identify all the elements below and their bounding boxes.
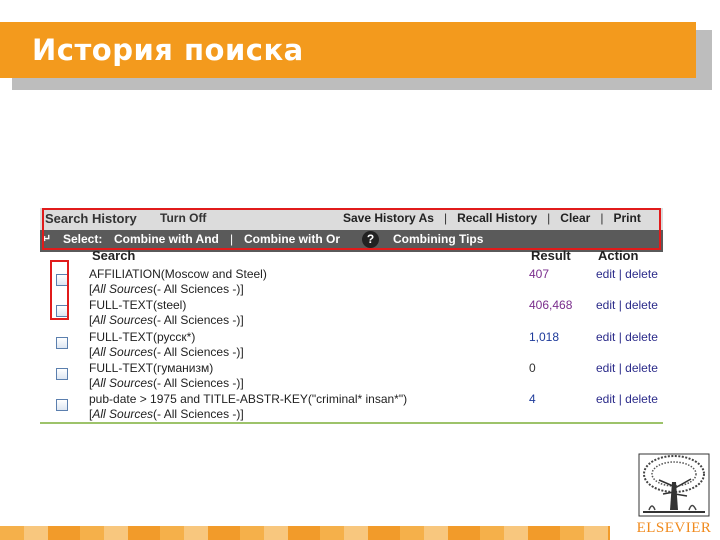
query-text: FULL-TEXT(русск*) [89,330,196,344]
footer-stripe [0,526,610,540]
row-actions: edit | delete [596,361,658,375]
edit-link[interactable]: edit [596,330,615,344]
column-header-result: Result [531,248,571,263]
result-count[interactable]: 4 [529,392,536,406]
edit-link[interactable]: edit [596,267,615,281]
delete-link[interactable]: delete [625,361,658,375]
row-actions: edit | delete [596,330,658,344]
column-header-action: Action [598,248,639,263]
edit-link[interactable]: edit [596,392,615,406]
query-sources: [All Sources(- All Sciences -)] [89,313,244,327]
search-history-panel: Search History Turn Off Save History As … [40,205,663,425]
query-text: FULL-TEXT(гуманизм) [89,361,214,375]
row-checkbox[interactable] [56,399,68,411]
query-text: pub-date > 1975 and TITLE-ABSTR-KEY("cri… [89,392,408,406]
delete-link[interactable]: delete [625,392,658,406]
query-sources: [All Sources(- All Sciences -)] [89,407,244,421]
result-count[interactable]: 407 [529,267,549,281]
delete-link[interactable]: delete [625,298,658,312]
row-checkbox[interactable] [56,368,68,380]
edit-link[interactable]: edit [596,361,615,375]
result-count[interactable]: 1,018 [529,330,559,344]
history-row: pub-date > 1975 and TITLE-ABSTR-KEY("cri… [40,390,663,421]
query-text: FULL-TEXT(steel) [89,298,187,312]
query-sources: [All Sources(- All Sciences -)] [89,345,244,359]
result-count[interactable]: 406,468 [529,298,572,312]
edit-link[interactable]: edit [596,298,615,312]
slide-title: История поиска [32,33,304,67]
elsevier-wordmark: ELSEVIER [636,520,712,536]
history-row: AFFILIATION(Moscow and Steel) [All Sourc… [40,265,663,296]
delete-link[interactable]: delete [625,267,658,281]
elsevier-logo: ELSEVIER [634,452,714,538]
history-row: FULL-TEXT(гуманизм) [All Sources(- All S… [40,359,663,390]
result-count[interactable]: 0 [529,361,536,375]
toolbar-highlight-box [42,208,661,250]
query-sources: [All Sources(- All Sciences -)] [89,282,244,296]
row-actions: edit | delete [596,298,658,312]
query-sources: [All Sources(- All Sciences -)] [89,376,244,390]
history-row: FULL-TEXT(steel) [All Sources(- All Scie… [40,296,663,327]
column-header-search: Search [92,248,136,263]
query-text: AFFILIATION(Moscow and Steel) [89,267,267,281]
tree-logo-icon [637,452,711,518]
checkbox-highlight-box [50,260,69,320]
history-row: FULL-TEXT(русск*) [All Sources(- All Sci… [40,328,663,359]
delete-link[interactable]: delete [625,330,658,344]
row-actions: edit | delete [596,267,658,281]
table-bottom-rule [40,422,663,424]
row-checkbox[interactable] [56,337,68,349]
row-actions: edit | delete [596,392,658,406]
